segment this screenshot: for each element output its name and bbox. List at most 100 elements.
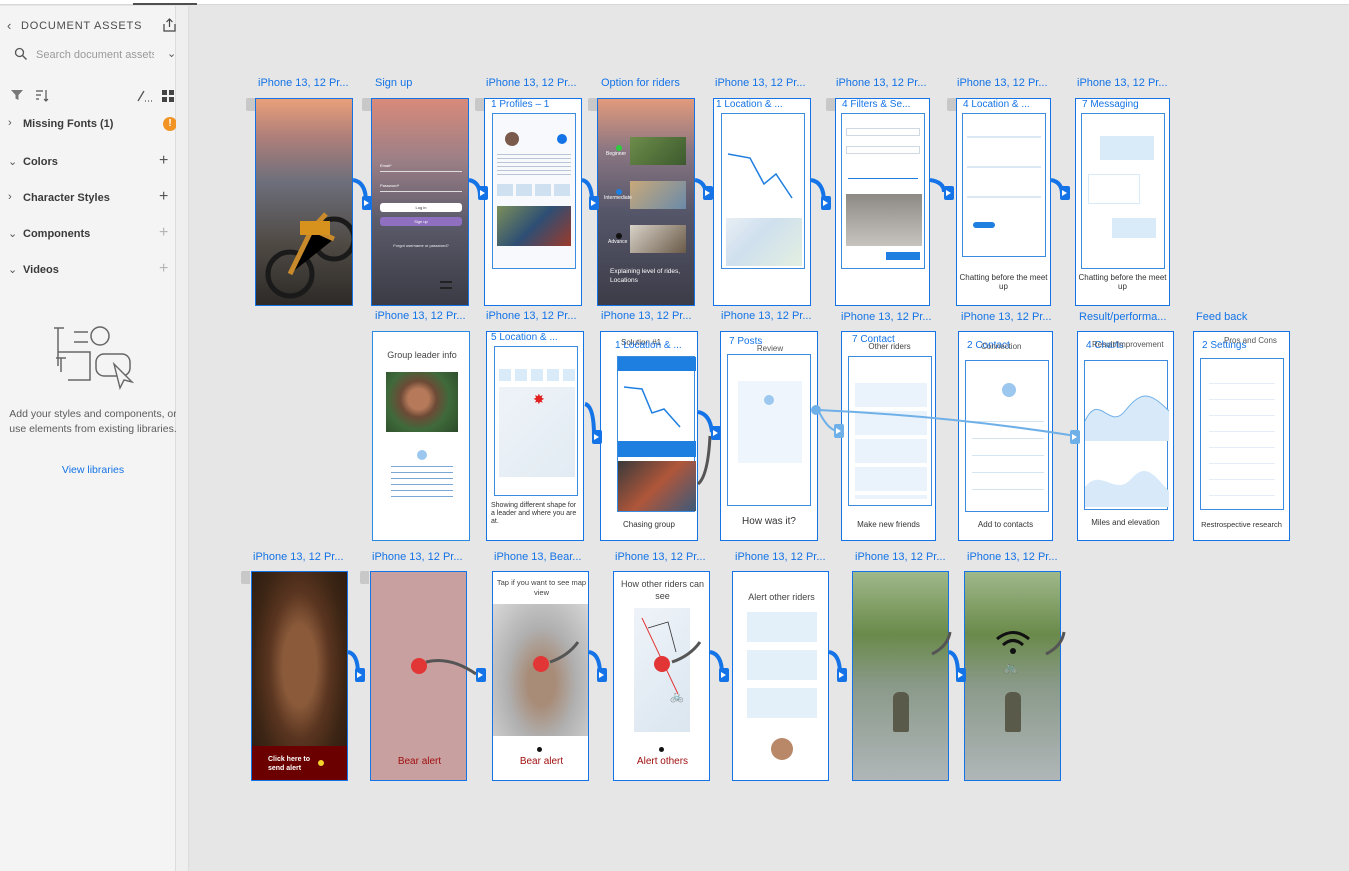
artboard-title[interactable]: iPhone 13, 12 Pr... bbox=[715, 77, 815, 89]
phone-screen: ✸ bbox=[494, 346, 578, 496]
connection-node[interactable] bbox=[476, 668, 486, 682]
elevation-chart bbox=[1085, 470, 1169, 507]
artboard-tag bbox=[362, 98, 371, 111]
artboard-tap-map[interactable]: Tap if you want to see map view Bear ale… bbox=[492, 571, 589, 781]
artboard-title[interactable]: iPhone 13, 12 Pr... bbox=[486, 77, 586, 89]
artboard-title[interactable]: iPhone 13, 12 Pr... bbox=[957, 77, 1057, 89]
connection-node[interactable] bbox=[597, 668, 607, 682]
artboard-leader-map[interactable]: 5 Location & ... ✸ Showing different sha… bbox=[486, 331, 584, 541]
sort-icon[interactable] bbox=[34, 89, 50, 103]
connection-node[interactable] bbox=[834, 424, 844, 438]
artboard-profiles[interactable]: 1 Profiles – 1 bbox=[484, 98, 582, 306]
connection-node[interactable] bbox=[1070, 430, 1080, 444]
artboard-title[interactable]: iPhone 13, 12 Pr... bbox=[375, 310, 475, 322]
artboard-results[interactable]: 4 Charts Result/Improvement Miles and el… bbox=[1077, 331, 1174, 541]
connection-node[interactable] bbox=[703, 186, 713, 200]
artboard-title[interactable]: iPhone 13, 12 Pr... bbox=[855, 551, 955, 563]
forgot-link[interactable]: Forgot username or password? bbox=[380, 243, 462, 248]
artboard-cliff[interactable] bbox=[852, 571, 949, 781]
artboard-bear[interactable]: Click here to send alert bbox=[251, 571, 348, 781]
artboard-tag bbox=[246, 98, 255, 111]
connection-node[interactable] bbox=[1060, 186, 1070, 200]
menu-icon[interactable] bbox=[440, 281, 452, 289]
artboard-title[interactable]: iPhone 13, 12 Pr... bbox=[841, 311, 941, 323]
artboard-header: Group leader info bbox=[387, 350, 457, 360]
artboard-title[interactable]: Option for riders bbox=[601, 77, 701, 89]
plus-icon[interactable]: + bbox=[159, 152, 168, 170]
artboard-other-riders[interactable]: 7 Contact Other riders Make new friends bbox=[841, 331, 936, 541]
route-banner bbox=[618, 357, 696, 371]
view-libraries-link[interactable]: View libraries bbox=[6, 464, 180, 476]
export-icon[interactable] bbox=[162, 18, 177, 33]
plus-icon[interactable]: + bbox=[159, 188, 168, 206]
phone-screen bbox=[727, 354, 811, 506]
artboard-title[interactable]: iPhone 13, Bear... bbox=[494, 551, 594, 563]
artboard-settings[interactable]: 2 Settings Pros and Cons Restrospective … bbox=[1193, 331, 1290, 541]
login-button[interactable]: Log in bbox=[380, 203, 462, 212]
password-field[interactable] bbox=[380, 191, 462, 192]
artboard-title[interactable]: Result/performa... bbox=[1079, 311, 1179, 323]
connection-node[interactable] bbox=[821, 196, 831, 210]
artboard-how-others-see[interactable]: How other riders can see 🚲 Alert others bbox=[613, 571, 710, 781]
bicycle-icon: 🚲 bbox=[1003, 660, 1018, 674]
filter-icon[interactable] bbox=[10, 89, 24, 101]
artboard-messaging[interactable]: 7 Messaging Chatting before the meet up bbox=[1075, 98, 1170, 306]
connection-node[interactable] bbox=[711, 426, 721, 440]
artboard-title[interactable]: iPhone 13, 12 Pr... bbox=[615, 551, 715, 563]
artboard-cliff-wifi[interactable]: 🚲 bbox=[964, 571, 1061, 781]
artboard-title[interactable]: iPhone 13, 12 Pr... bbox=[721, 310, 821, 322]
section-components[interactable]: ⌄ Components + bbox=[8, 224, 176, 243]
artboard-title[interactable]: iPhone 13, 12 Pr... bbox=[372, 551, 472, 563]
section-videos[interactable]: ⌄ Videos + bbox=[8, 260, 176, 279]
artboard-chasing-group[interactable]: Solution #1 1 Location & ... Chasing gro… bbox=[600, 331, 698, 541]
plus-icon[interactable]: + bbox=[159, 260, 168, 278]
section-colors[interactable]: ⌄ Colors + bbox=[8, 152, 176, 171]
chevron-left-icon[interactable]: ‹ bbox=[7, 18, 11, 33]
artboard-alert-riders[interactable]: Alert other riders bbox=[732, 571, 829, 781]
connection-node[interactable] bbox=[478, 186, 488, 200]
artboard-options[interactable]: Beginner Intermediate Advance Explaining… bbox=[597, 98, 695, 306]
artboard-title[interactable]: iPhone 13, 12 Pr... bbox=[253, 551, 353, 563]
artboard-landscape[interactable] bbox=[255, 98, 353, 306]
artboard-connection[interactable]: 2 Contact Connection Add to contacts bbox=[958, 331, 1053, 541]
plus-icon[interactable]: + bbox=[159, 224, 168, 242]
artboard-title[interactable]: iPhone 13, 12 Pr... bbox=[258, 77, 358, 89]
search-input[interactable] bbox=[36, 47, 154, 63]
connection-node[interactable] bbox=[719, 668, 729, 682]
artboard-title[interactable]: iPhone 13, 12 Pr... bbox=[836, 77, 936, 89]
grid-icon[interactable] bbox=[162, 90, 174, 102]
artboard-title[interactable]: iPhone 13, 12 Pr... bbox=[961, 311, 1061, 323]
artboard-title[interactable]: iPhone 13, 12 Pr... bbox=[601, 310, 701, 322]
artboard-subtitle: 1 Location & ... bbox=[615, 340, 682, 351]
connection-node[interactable] bbox=[944, 186, 954, 200]
section-character-styles[interactable]: › Character Styles + bbox=[8, 188, 176, 207]
artboard-group-leader[interactable]: Group leader info bbox=[372, 331, 470, 541]
connection-node[interactable] bbox=[355, 668, 365, 682]
connection-node[interactable] bbox=[956, 668, 966, 682]
section-missing-fonts[interactable]: › Missing Fonts (1) ! bbox=[8, 117, 177, 133]
email-field[interactable] bbox=[380, 171, 462, 172]
password-label: Password* bbox=[380, 183, 400, 188]
path-icon[interactable] bbox=[136, 90, 152, 102]
connection-node[interactable] bbox=[589, 196, 599, 210]
artboard-title[interactable]: iPhone 13, 12 Pr... bbox=[735, 551, 835, 563]
connection-node[interactable] bbox=[837, 668, 847, 682]
artboard-bear-alert[interactable]: Bear alert bbox=[370, 571, 467, 781]
phone-screen bbox=[1200, 358, 1284, 510]
chevron-down-icon[interactable]: ⌄ bbox=[167, 47, 176, 60]
artboard-tag bbox=[947, 98, 956, 111]
design-canvas[interactable]: iPhone 13, 12 Pr... Sign up iPhone 13, 1… bbox=[190, 6, 1349, 871]
artboard-title[interactable]: Feed back bbox=[1196, 311, 1296, 323]
artboard-signup[interactable]: Email* Password* Log in Sign up Forgot u… bbox=[371, 98, 469, 306]
artboard-title[interactable]: iPhone 13, 12 Pr... bbox=[1077, 77, 1177, 89]
artboard-review[interactable]: 7 Posts Review How was it? bbox=[720, 331, 818, 541]
signup-button[interactable]: Sign up bbox=[380, 217, 462, 226]
artboard-location[interactable]: 1 Location & ... bbox=[713, 98, 811, 306]
artboard-title[interactable]: Sign up bbox=[375, 77, 475, 89]
artboard-filters[interactable]: 4 Filters & Se... bbox=[835, 98, 930, 306]
connection-node[interactable] bbox=[362, 196, 372, 210]
artboard-location-list[interactable]: 4 Location & ... Chatting before the mee… bbox=[956, 98, 1051, 306]
artboard-title[interactable]: iPhone 13, 12 Pr... bbox=[486, 310, 586, 322]
artboard-title[interactable]: iPhone 13, 12 Pr... bbox=[967, 551, 1067, 563]
connection-node[interactable] bbox=[592, 430, 602, 444]
